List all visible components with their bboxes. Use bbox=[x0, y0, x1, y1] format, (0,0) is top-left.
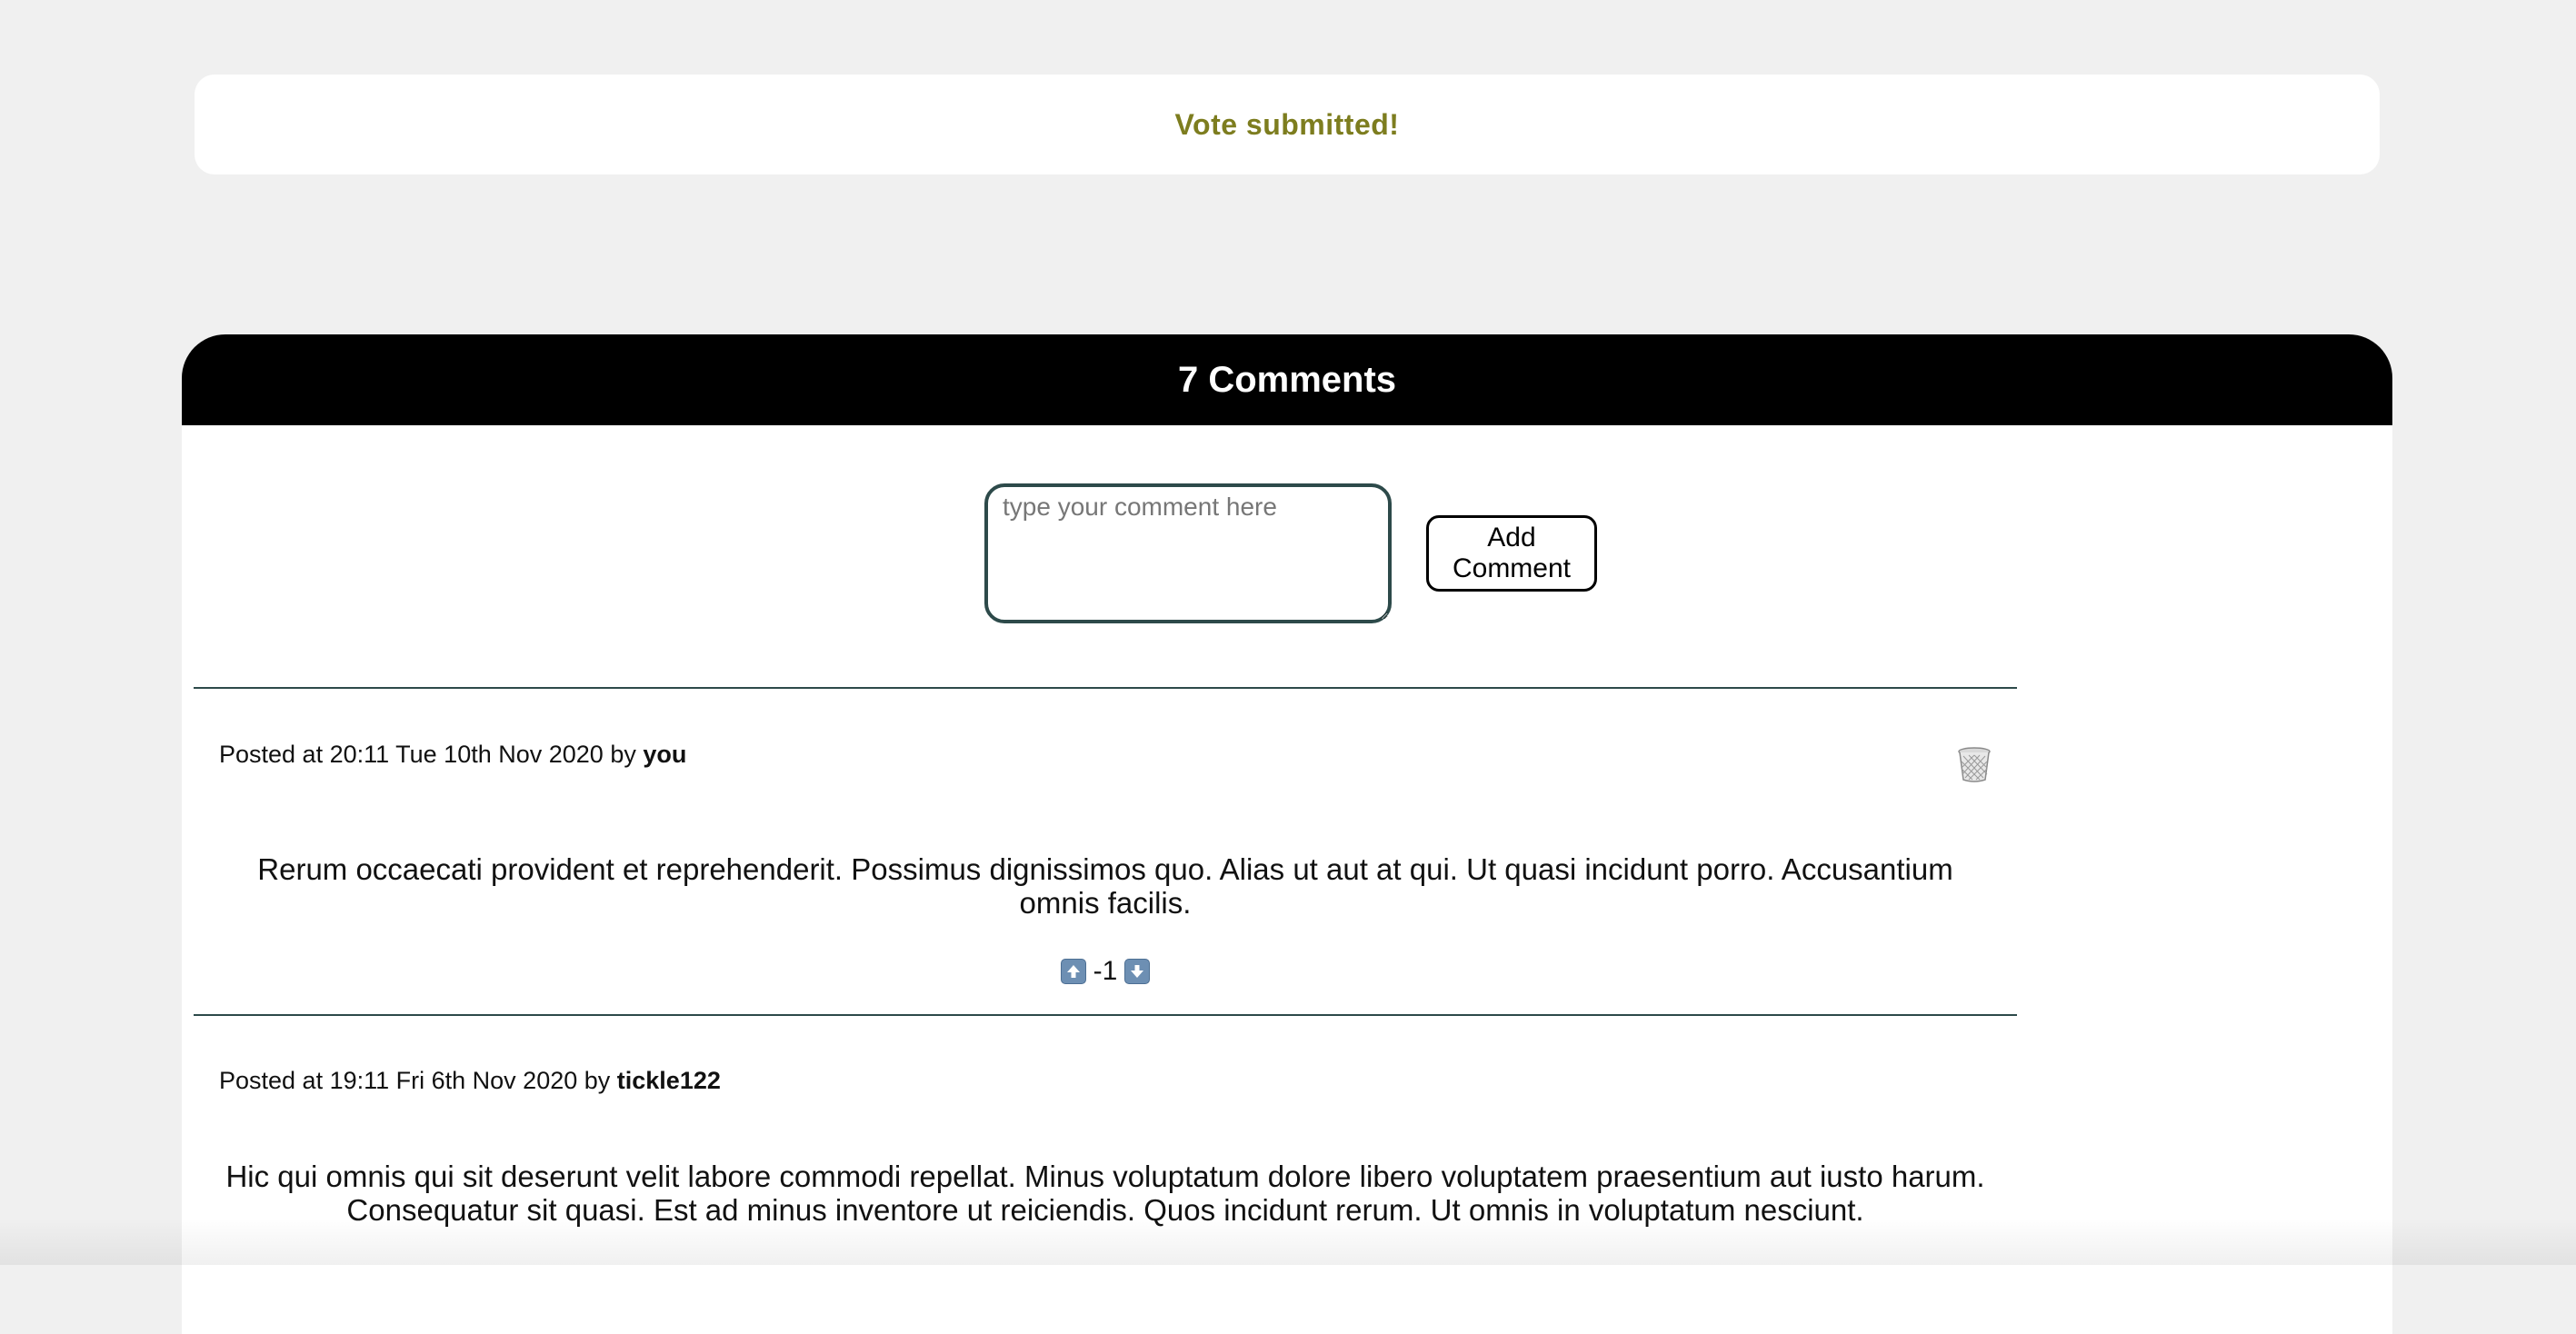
comment-votes: -1 bbox=[194, 956, 2017, 987]
comment-body: Hic qui omnis qui sit deserunt velit lab… bbox=[225, 1160, 1985, 1227]
trash-icon[interactable] bbox=[1955, 745, 1993, 783]
vote-notice-text: Vote submitted! bbox=[1174, 107, 1400, 141]
comment-meta: Posted at 20:11 Tue 10th Nov 2020 by you bbox=[219, 741, 686, 769]
comment-body: Rerum occaecati provident et reprehender… bbox=[257, 852, 1953, 920]
comment-item: Posted at 20:11 Tue 10th Nov 2020 by you… bbox=[194, 689, 2017, 1014]
vote-count: -1 bbox=[1093, 956, 1118, 986]
comment-compose-form: Add Comment bbox=[182, 483, 2392, 623]
comment-author: tickle122 bbox=[616, 1067, 721, 1094]
comment-author: you bbox=[643, 741, 687, 768]
comments-count-title: 7 Comments bbox=[1177, 359, 1397, 400]
arrow-up-icon[interactable] bbox=[1060, 959, 1086, 984]
vote-notice: Vote submitted! bbox=[195, 75, 2380, 174]
add-comment-button[interactable]: Add Comment bbox=[1426, 515, 1597, 592]
comment-posted-at: Posted at 20:11 Tue 10th Nov 2020 by bbox=[219, 741, 636, 768]
comment-item: Posted at 19:11 Fri 6th Nov 2020 by tick… bbox=[194, 1016, 2017, 1270]
comment-input[interactable] bbox=[984, 483, 1392, 623]
comment-meta: Posted at 19:11 Fri 6th Nov 2020 by tick… bbox=[219, 1067, 721, 1095]
arrow-down-icon[interactable] bbox=[1124, 959, 1151, 984]
comments-header: 7 Comments bbox=[182, 334, 2392, 425]
comment-posted-at: Posted at 19:11 Fri 6th Nov 2020 by bbox=[219, 1067, 611, 1094]
